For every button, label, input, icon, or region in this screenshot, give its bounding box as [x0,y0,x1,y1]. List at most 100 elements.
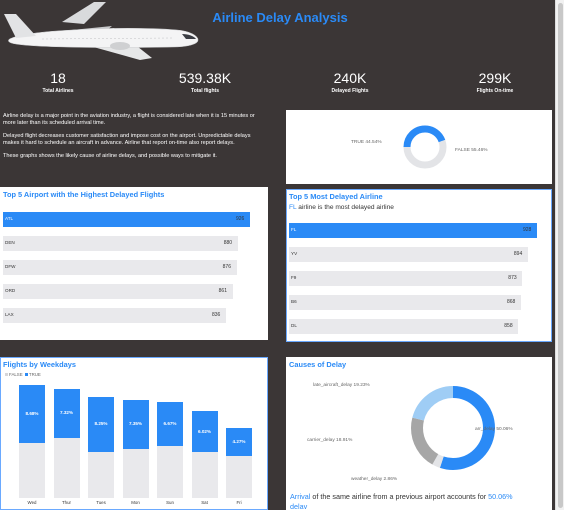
chart-title: Top 5 Most Delayed Airline [289,192,383,201]
bar-row[interactable]: FL 928 [289,223,537,238]
kpi-total-flights: 539.38K Total flights [170,70,240,94]
chart-subtitle: FL airline is the most delayed airline [289,204,551,211]
ontime-donut-chart [403,125,447,169]
top-airports-card[interactable]: Top 5 Airport with the Highest Delayed F… [0,187,268,340]
legend-label-true: TRUE [28,372,41,377]
column-value-label: 8.25% [94,421,108,427]
weekday-label: Wed [27,500,37,505]
causes-donut-chart [411,386,495,470]
chart-title: Flights by Weekdays [3,360,76,369]
bar-row[interactable]: F9 873 [289,271,523,286]
column-value-label: 4.27% [232,439,246,445]
subtitle-text: airline is the most delayed airline [298,204,394,211]
weekday-column[interactable]: 7.32% [53,388,80,498]
kpi-value: 18 [50,70,66,86]
bar-value-label: 858 [504,323,513,329]
bar-row[interactable]: ORD 861 [3,284,233,299]
column-value-label: 7.32% [59,410,74,416]
bar-fill [3,212,250,227]
donut-label-true: TRUE 44.54% [351,140,382,145]
weekday-column[interactable]: 6.02% [191,411,218,498]
bar-value-label: 861 [218,288,227,294]
causes-note: Arrival of the same airline from a previ… [290,492,551,510]
weekday-label: Sat [201,500,208,505]
bar-category-label: FL [291,227,297,232]
causes-card[interactable]: Causes of Delay late_aircraft_delay 19.2… [286,357,552,510]
column-value-label: 6.67% [163,420,177,426]
kpi-label: Total Airlines [42,88,74,94]
bar-category-label: B6 [291,299,297,304]
kpi-label: Delayed Flights [331,88,369,94]
weekday-label: Sun [166,500,174,505]
donut-label-arr: arr_delay 50.06% [475,427,513,432]
bar-category-label: F9 [291,275,297,280]
ontime-donut-card[interactable]: TRUE 44.54% FALSE 55.46% [286,110,552,184]
chart-legend: FALSE TRUE [4,372,41,377]
bar-row[interactable]: DL 858 [289,319,519,334]
kpi-value: 240K [333,70,367,86]
dashboard-canvas: Airline Delay Analysis 18 Total Airlines… [0,0,555,510]
bar-row[interactable]: ATL 926 [3,212,250,227]
top-airlines-card[interactable]: Top 5 Most Delayed Airline FL airline is… [286,189,552,342]
donut-label-false: FALSE 55.46% [455,148,488,153]
bar-value-label: 836 [211,312,221,318]
chart-title: Top 5 Airport with the Highest Delayed F… [3,190,165,199]
bar-row[interactable]: DEN 880 [3,236,238,251]
column-value-label: 8.68% [25,410,39,416]
bar-category-label: DL [291,323,297,328]
donut-label-weather: weather_delay 2.86% [351,477,398,482]
weekdays-card[interactable]: Flights by Weekdays FALSE TRUE 8.68% Wed 7… [0,357,268,510]
bar-category-label: LAX [5,312,14,317]
weekday-label: Tues [96,500,106,505]
bar-value-label: 868 [506,299,516,305]
column-value-label: 6.02% [197,428,212,434]
kpi-total-airlines: 18 Total Airlines [28,70,88,94]
note-percent: 50.06% [488,492,513,501]
weekday-column[interactable]: 7.35% [122,399,149,498]
donut-label-carrier: carrier_delay 18.91% [307,438,353,443]
intro-text: Airline delay is a major point in the av… [3,113,268,165]
bar-fill [289,223,537,238]
kpi-value: 299K [478,70,512,86]
legend-swatch-true [24,373,28,377]
bar-row[interactable]: LAX 836 [3,308,226,323]
legend-swatch-false [5,373,8,377]
column-value-label: 7.35% [128,421,143,427]
highlight-airline: FL [289,204,297,211]
kpi-label: Total flights [191,88,219,94]
weekday-column[interactable]: 4.27% [226,427,252,498]
bar-category-label: DFW [5,264,16,269]
intro-paragraph: Airline delay is a major point in the av… [3,113,255,127]
weekday-label: Fri [236,500,242,505]
page-title: Airline Delay Analysis [212,10,348,25]
weekday-label: Mon [131,500,140,505]
weekday-column[interactable]: 6.67% [157,401,183,498]
intro-paragraph: Delayed flight decreases customer satisf… [3,132,251,147]
weekday-label: Thur [61,500,72,505]
bar-value-label: 873 [508,275,517,281]
note-tail: delay [290,502,308,510]
bar-value-label: 926 [236,216,245,222]
weekday-column[interactable]: 8.25% [88,396,114,498]
bar-row[interactable]: DFW 876 [3,260,237,275]
scrollbar-thumb[interactable] [558,3,563,508]
bar-category-label: ATL [5,216,14,221]
intro-paragraph: These graphs shows the likely cause of a… [3,152,217,159]
bar-category-label: YV [291,251,298,256]
bar-category-label: DEN [5,240,15,245]
note-text: of the same airline from a previous airp… [310,492,489,501]
legend-label-false: FALSE [9,372,23,377]
donut-slices [403,125,447,169]
vertical-scrollbar[interactable] [555,0,564,510]
kpi-label: Flights On-time [476,88,514,94]
kpi-value: 539.38K [178,70,232,86]
kpi-delayed-flights: 240K Delayed Flights [315,70,385,94]
bar-row[interactable]: YV 894 [289,247,528,262]
bar-row[interactable]: B6 868 [289,295,521,310]
bar-value-label: 880 [223,240,233,246]
bar-value-label: 894 [513,251,523,257]
donut-label-late-aircraft: late_aircraft_delay 19.23% [313,383,370,388]
weekday-column[interactable]: 8.68% [19,385,45,498]
kpi-flights-on-time: 299K Flights On-time [460,70,530,94]
bar-value-label: 928 [523,227,532,233]
